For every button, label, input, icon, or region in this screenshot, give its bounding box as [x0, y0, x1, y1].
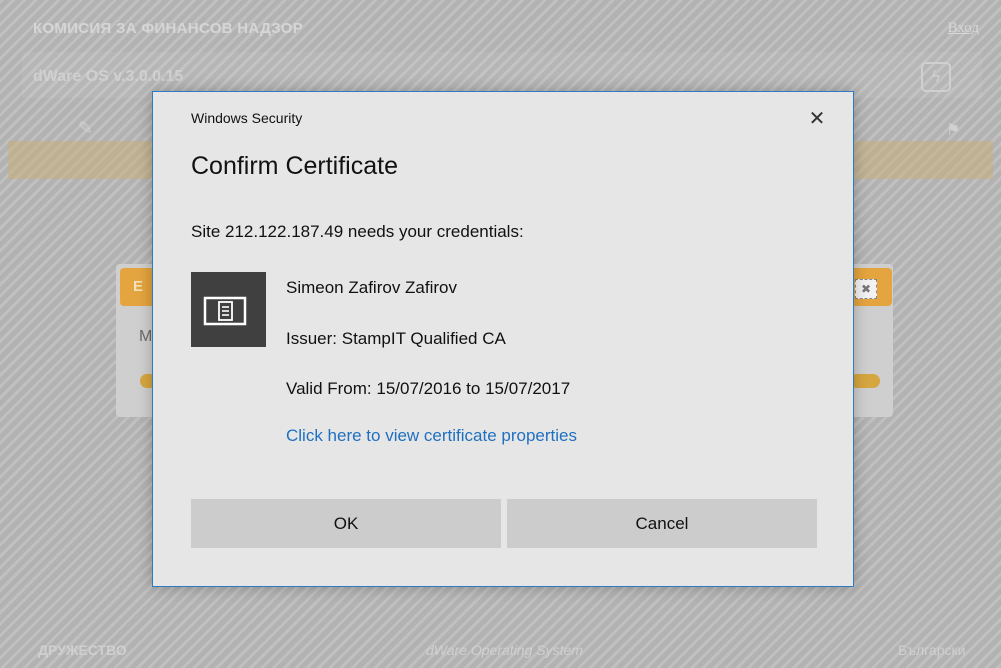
checkered-flag-icon[interactable]: ⚑: [946, 120, 960, 139]
dialog-caption: Windows Security: [191, 110, 303, 126]
lightning-icon[interactable]: ϟ: [921, 62, 951, 92]
certificate-card-icon: [191, 272, 266, 347]
background-panel-header: E: [120, 268, 156, 306]
windows-security-dialog: Windows Security ✕ Confirm Certificate S…: [152, 91, 854, 587]
cancel-button[interactable]: Cancel: [507, 499, 817, 548]
certificate-properties-link[interactable]: Click here to view certificate propertie…: [286, 426, 577, 446]
certificate-validity: Valid From: 15/07/2016 to 15/07/2017: [286, 379, 571, 398]
certificate-issuer: Issuer: StampIT Qualified CA: [286, 329, 506, 348]
background-progress-right: [850, 374, 880, 388]
footer-company: ДРУЖЕСТВО: [38, 642, 127, 658]
login-link[interactable]: Вход: [948, 20, 979, 37]
tools-icon[interactable]: ✎: [78, 118, 93, 139]
certificate-subject[interactable]: Simeon Zafirov Zafirov: [286, 278, 457, 298]
app-version: dWare OS v.3.0.0.15: [33, 68, 184, 85]
close-icon[interactable]: ✕: [801, 104, 833, 132]
footer-product: dWare Operating System: [426, 642, 583, 658]
ok-button[interactable]: OK: [191, 499, 501, 548]
dialog-prompt: Site 212.122.187.49 needs your credentia…: [191, 222, 524, 241]
background-panel-close-icon[interactable]: ✖: [855, 279, 877, 299]
dialog-title: Confirm Certificate: [191, 152, 398, 180]
organization-name: КОМИСИЯ ЗА ФИНАНСОВ НАДЗОР: [33, 20, 304, 37]
background-panel-text: M: [139, 328, 153, 345]
footer-language[interactable]: Български: [898, 642, 965, 658]
